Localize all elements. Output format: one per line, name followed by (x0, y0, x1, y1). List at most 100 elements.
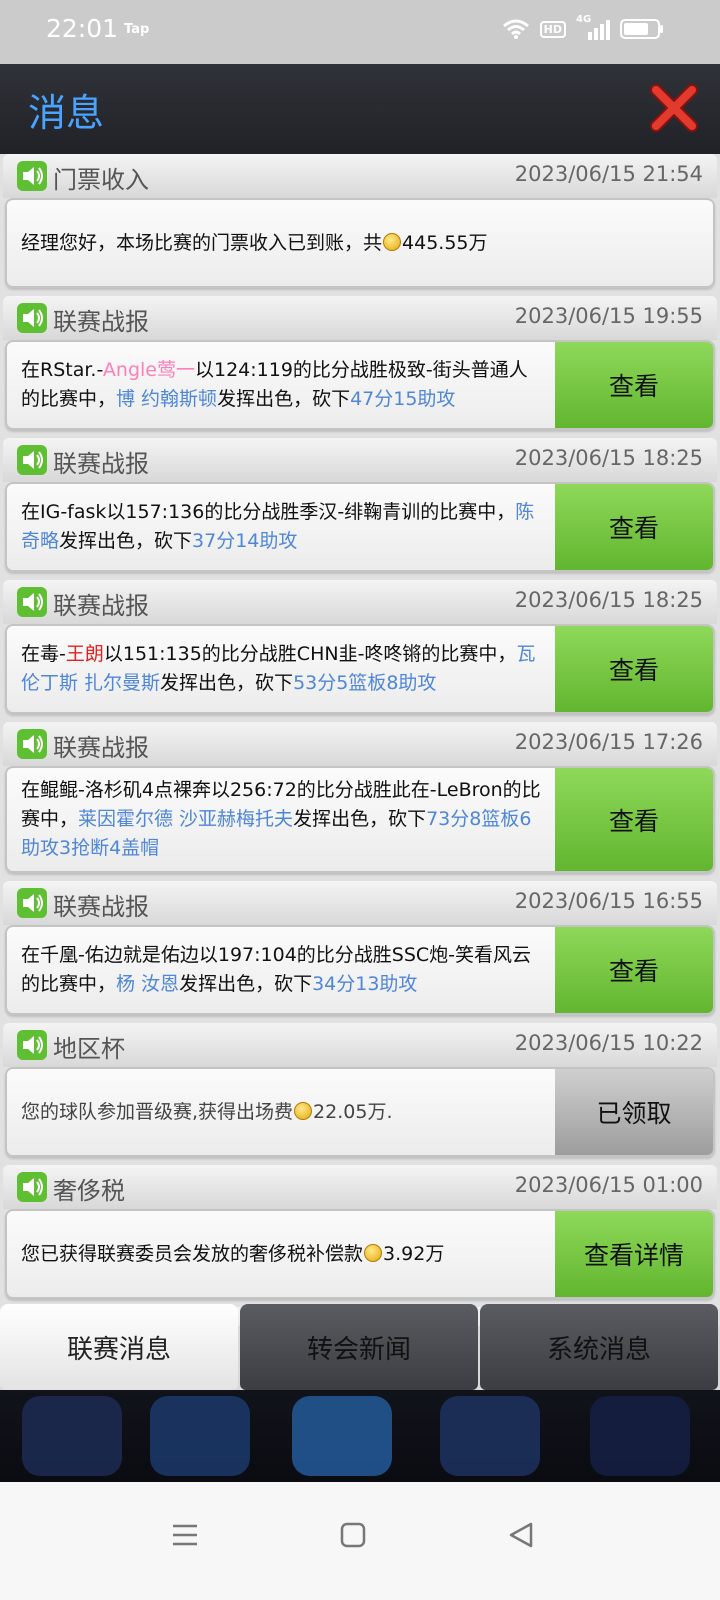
text-segment: 445.55万 (402, 231, 488, 254)
message-title: 联赛战报 (53, 308, 149, 336)
view-button[interactable]: 查看 (555, 768, 713, 871)
message-title: 奢侈税 (53, 1177, 125, 1205)
speaker-icon (17, 729, 47, 759)
message-text: 在鲲鲲-洛杉矶4点裸奔以256:72的比分战胜此在-LeBron的比赛中，莱因霍… (7, 768, 555, 871)
view-button[interactable]: 查看 (555, 626, 713, 712)
message-time: 2023/06/15 19:55 (514, 304, 703, 328)
message-item: 地区杯 2023/06/15 10:22 您的球队参加晋级赛,获得出场费 22.05万… (0, 1023, 720, 1157)
menu-icon-tile (292, 1396, 392, 1476)
player-highlight: 杨 汝恩 (116, 973, 180, 995)
speaker-icon (17, 445, 47, 475)
close-icon[interactable] (650, 82, 698, 132)
message-title: 联赛战报 (53, 893, 149, 921)
text-segment: 发挥出色，砍下 (217, 388, 351, 410)
status-time: 22:01 (46, 14, 119, 43)
view-button[interactable]: 查看详情 (555, 1211, 713, 1297)
player-highlight: 53分5篮板8助攻 (293, 672, 437, 694)
message-header: 联赛战报 2023/06/15 16:55 (3, 881, 717, 925)
message-item: 门票收入 2023/06/15 21:54 经理您好，本场比赛的门票收入已到账，共 4… (0, 154, 720, 288)
home-icon[interactable] (340, 1522, 366, 1548)
message-body: 在毒-王朗以151:135的比分战胜CHN韭-咚咚锵的比赛中，瓦伦丁斯 扎尔曼斯… (5, 624, 715, 714)
wifi-icon (502, 19, 529, 39)
message-time: 2023/06/15 18:25 (514, 446, 703, 470)
text-segment: 3.92万 (383, 1242, 445, 1265)
message-time: 2023/06/15 01:00 (514, 1173, 703, 1197)
text-segment: 您的球队参加晋级赛,获得出场费 (21, 1100, 294, 1123)
text-segment: 在IG-fask以157:136的比分战胜季汉-绯鞠青训的比赛中， (21, 501, 516, 523)
speaker-icon (17, 888, 47, 918)
message-title: 地区杯 (53, 1035, 125, 1063)
system-nav-bar (0, 1482, 720, 1600)
message-body: 您的球队参加晋级赛,获得出场费 22.05万. 已领取 (5, 1067, 715, 1157)
text-segment: 在毒- (21, 643, 66, 665)
view-button[interactable]: 查看 (555, 342, 713, 428)
message-body: 在IG-fask以157:136的比分战胜季汉-绯鞠青训的比赛中，陈奇略发挥出色… (5, 482, 715, 572)
message-text: 在IG-fask以157:136的比分战胜季汉-绯鞠青训的比赛中，陈奇略发挥出色… (7, 484, 555, 570)
player-highlight: 博 约翰斯顿 (116, 388, 218, 410)
message-item: 联赛战报 2023/06/15 17:26 在鲲鲲-洛杉矶4点裸奔以256:72的比… (0, 722, 720, 873)
message-time: 2023/06/15 17:26 (514, 730, 703, 754)
text-segment: 发挥出色，砍下 (179, 973, 313, 995)
message-header: 奢侈税 2023/06/15 01:00 (3, 1165, 717, 1209)
message-title: 门票收入 (53, 166, 149, 194)
view-button[interactable]: 查看 (555, 927, 713, 1013)
message-body: 在鲲鲲-洛杉矶4点裸奔以256:72的比分战胜此在-LeBron的比赛中，莱因霍… (5, 766, 715, 873)
message-header: 地区杯 2023/06/15 10:22 (3, 1023, 717, 1067)
message-text: 在毒-王朗以151:135的比分战胜CHN韭-咚咚锵的比赛中，瓦伦丁斯 扎尔曼斯… (7, 626, 555, 712)
app-header: 消息 (0, 64, 720, 154)
text-segment: 在RStar.- (21, 359, 103, 381)
claimed-button[interactable]: 已领取 (555, 1069, 713, 1155)
text-segment: 以151:135的比分战胜CHN韭-咚咚锵的比赛中， (103, 643, 517, 665)
text-segment: 22.05万. (313, 1100, 393, 1123)
speaker-icon (17, 303, 47, 333)
message-time: 2023/06/15 21:54 (514, 162, 703, 186)
message-time: 2023/06/15 10:22 (514, 1031, 703, 1055)
message-body: 在千凰-佑边就是佑边以197:104的比分战胜SSC炮-笑看风云的比赛中，杨 汝… (5, 925, 715, 1015)
coin-icon (383, 232, 402, 251)
player-highlight: 37分14助攻 (192, 530, 298, 552)
menu-icon[interactable] (172, 1522, 198, 1548)
message-list[interactable]: 门票收入 2023/06/15 21:54 经理您好，本场比赛的门票收入已到账，共 4… (0, 154, 720, 1326)
message-text: 您的球队参加晋级赛,获得出场费 22.05万. (7, 1069, 555, 1155)
back-icon[interactable] (508, 1522, 534, 1548)
message-title: 联赛战报 (53, 450, 149, 478)
message-body: 经理您好，本场比赛的门票收入已到账，共 445.55万 (5, 198, 715, 288)
message-time: 2023/06/15 16:55 (514, 889, 703, 913)
message-body: 您已获得联赛委员会发放的奢侈税补偿款 3.92万 查看详情 (5, 1209, 715, 1299)
tab-transfer-news[interactable]: 转会新闻 (240, 1304, 478, 1390)
message-title: 联赛战报 (53, 734, 149, 762)
speaker-icon (17, 161, 47, 191)
message-text: 经理您好，本场比赛的门票收入已到账，共 445.55万 (7, 200, 713, 286)
message-title: 联赛战报 (53, 592, 149, 620)
team-name: Angle莺一 (102, 359, 195, 381)
page-title: 消息 (28, 91, 105, 135)
message-text: 在RStar.-Angle莺一以124:119的比分战胜极致-街头普通人的比赛中… (7, 342, 555, 428)
coin-icon (364, 1243, 383, 1262)
message-item: 奢侈税 2023/06/15 01:00 您已获得联赛委员会发放的奢侈税补偿款 3.9… (0, 1165, 720, 1299)
speaker-icon (17, 1172, 47, 1202)
text-segment: 发挥出色，砍下 (293, 808, 427, 830)
message-header: 联赛战报 2023/06/15 18:25 (3, 580, 717, 624)
tab-league-messages[interactable]: 联赛消息 (0, 1304, 238, 1390)
team-name: 王朗 (65, 643, 104, 665)
player-highlight: 47分15助攻 (350, 388, 456, 410)
message-header: 门票收入 2023/06/15 21:54 (3, 154, 717, 198)
message-header: 联赛战报 2023/06/15 17:26 (3, 722, 717, 766)
tab-system-messages[interactable]: 系统消息 (480, 1304, 718, 1390)
menu-icon-tile (22, 1396, 122, 1476)
status-icons: HD 4G (502, 14, 664, 40)
menu-icon-tile (150, 1396, 250, 1476)
coin-icon (294, 1101, 313, 1120)
view-button[interactable]: 查看 (555, 484, 713, 570)
text-segment: 发挥出色，砍下 (59, 530, 193, 552)
speaker-icon (17, 587, 47, 617)
hd-icon: HD (539, 20, 566, 38)
message-item: 联赛战报 2023/06/15 19:55 在RStar.-Angle莺一以124:… (0, 296, 720, 430)
menu-icon-tile (590, 1396, 690, 1476)
menu-icon-tile (440, 1396, 540, 1476)
status-tag: Tap (124, 22, 150, 37)
message-time: 2023/06/15 18:25 (514, 588, 703, 612)
text-segment: 您已获得联赛委员会发放的奢侈税补偿款 (21, 1242, 364, 1265)
game-menu-background (0, 1390, 720, 1482)
signal-icon: 4G (576, 14, 610, 40)
